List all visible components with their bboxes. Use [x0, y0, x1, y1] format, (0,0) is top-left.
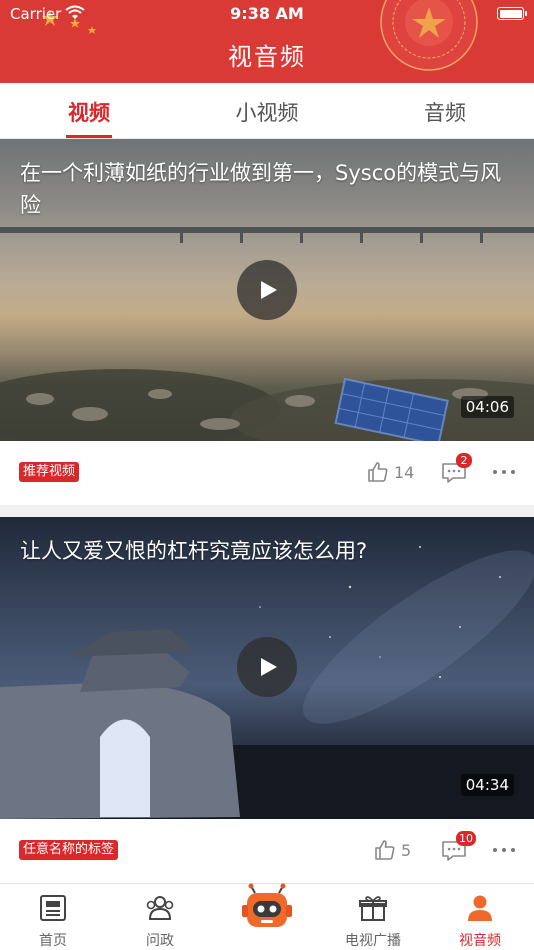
more-options-icon[interactable]: [493, 848, 515, 854]
video-card-thumbnail[interactable]: 在一个利薄如纸的行业做到第一，Sysco的模式与风险 04:06: [0, 139, 534, 441]
gift-box-icon: [359, 896, 387, 921]
status-bar: Carrier 9:38 AM: [0, 0, 534, 28]
comment-button[interactable]: 10: [441, 831, 476, 863]
video-duration: 04:34: [460, 774, 514, 796]
nav-label: 问政: [146, 933, 174, 949]
video-meta-row: 推荐视频 14 2: [0, 441, 534, 505]
tab-audio[interactable]: 音频: [385, 97, 505, 127]
tab-bar: 视频 小视频 音频: [0, 83, 534, 139]
status-time: 9:38 AM: [230, 4, 304, 23]
tab-indicator: [66, 135, 112, 138]
person-icon: [468, 895, 492, 921]
nav-label: 首页: [39, 933, 67, 949]
thumbs-up-icon: [368, 462, 388, 482]
video-title[interactable]: 在一个利薄如纸的行业做到第一，Sysco的模式与风险: [20, 157, 516, 221]
robot-icon: [242, 883, 292, 927]
tab-video[interactable]: 视频: [29, 97, 149, 127]
play-button[interactable]: [237, 260, 297, 320]
video-duration: 04:06: [460, 396, 514, 418]
like-count: 14: [394, 463, 415, 482]
nav-item-politics[interactable]: 问政: [107, 884, 213, 950]
comment-count-badge: 10: [456, 831, 476, 846]
nav-label: 电视广播: [345, 933, 401, 949]
video-card-thumbnail[interactable]: 让人又爱又恨的杠杆究竟应该怎么用? 04:34: [0, 517, 534, 819]
battery-icon: [497, 7, 527, 20]
video-meta-row: 任意名称的标签 5 10: [0, 819, 534, 883]
video-title[interactable]: 让人又爱又恨的杠杆究竟应该怎么用?: [20, 535, 516, 567]
news-icon: [40, 895, 66, 921]
video-tag[interactable]: 推荐视频: [19, 462, 80, 482]
comment-button[interactable]: 2: [441, 453, 472, 485]
nav-item-home[interactable]: 首页: [0, 884, 106, 950]
top-header: Carrier 9:38 AM 视音频: [0, 0, 534, 83]
like-count: 5: [401, 841, 412, 860]
bottom-nav: 首页 问政 电视广播 视音频: [0, 883, 534, 950]
card-divider: [0, 505, 534, 517]
video-tag[interactable]: 任意名称的标签: [19, 840, 119, 860]
nav-item-robot[interactable]: [214, 883, 320, 950]
tab-short-video[interactable]: 小视频: [207, 97, 327, 127]
more-options-icon[interactable]: [493, 470, 515, 476]
nav-item-tv-broadcast[interactable]: 电视广播: [320, 884, 426, 950]
thumbs-up-icon: [375, 840, 395, 860]
play-button[interactable]: [237, 637, 297, 697]
nav-label: 视音频: [459, 933, 501, 949]
page-title: 视音频: [228, 43, 306, 71]
nav-item-video-audio[interactable]: 视音频: [427, 884, 533, 950]
comment-count-badge: 2: [456, 453, 472, 468]
people-icon: [146, 896, 174, 920]
